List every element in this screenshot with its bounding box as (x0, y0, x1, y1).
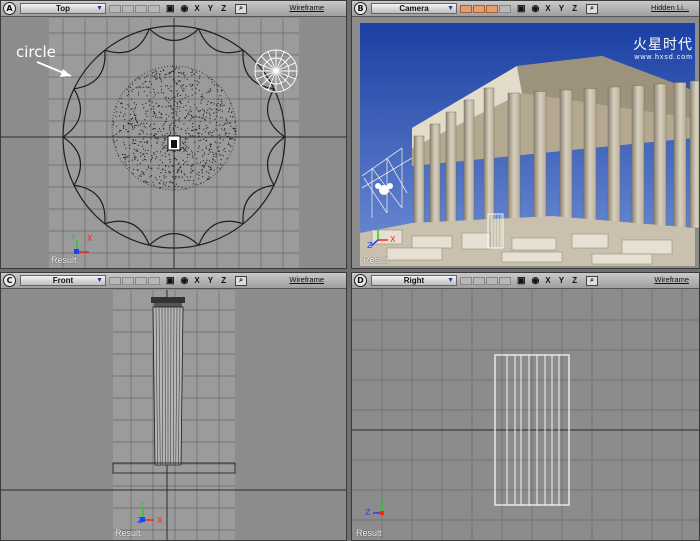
viewport-canvas[interactable]: X Y circle Result (1, 18, 346, 268)
slot-button[interactable] (135, 4, 147, 13)
axis-x-label: X (87, 234, 93, 243)
viewport-header: B Camera ▼ ▣ ◉ X Y Z ⌕ Hidden Li... (352, 1, 699, 17)
chevron-down-icon: ▼ (96, 277, 103, 284)
camera-icon[interactable]: ▣ (517, 275, 526, 286)
slot-button[interactable] (109, 276, 121, 285)
viewport-header: C Front ▼ ▣ ◉ X Y Z ⌕ Wireframe (1, 273, 346, 289)
axis-x-label: X (390, 235, 396, 244)
camera-icon[interactable]: ▣ (166, 275, 175, 286)
view-selector[interactable]: Top ▼ (20, 3, 106, 14)
result-label: Result (51, 255, 77, 265)
viewport-letter-badge: C (3, 274, 16, 287)
zoom-select-icon[interactable]: ⌕ (235, 3, 248, 14)
annotation-circle: circle (16, 43, 56, 61)
view-name-label: Camera (399, 4, 429, 13)
view-selector[interactable]: Camera ▼ (371, 3, 457, 14)
chevron-down-icon: ▼ (447, 277, 454, 284)
viewport-header: A Top ▼ ▣ ◉ X Y Z ⌕ Wireframe (1, 1, 346, 17)
view-slots (460, 276, 511, 285)
slot-button[interactable] (148, 4, 160, 13)
eye-icon[interactable]: ◉ (181, 275, 189, 286)
slot-button[interactable] (499, 4, 511, 13)
eye-icon[interactable]: ◉ (181, 3, 189, 14)
viewport-canvas[interactable]: Z X 火星时代 www.hxsd.com Result (352, 18, 699, 268)
slot-button[interactable] (109, 4, 121, 13)
chevron-down-icon: ▼ (96, 5, 103, 12)
result-label: Result (363, 255, 389, 265)
axis-z-label: Z (365, 508, 371, 517)
viewport-camera[interactable]: B Camera ▼ ▣ ◉ X Y Z ⌕ Hidden Li... Z X … (351, 0, 700, 269)
view-slots (109, 276, 160, 285)
slot-button[interactable] (486, 4, 498, 13)
eye-icon[interactable]: ◉ (532, 275, 540, 286)
axis-toggle-xyz[interactable]: X Y Z (194, 276, 229, 285)
logo-url: www.hxsd.com (634, 54, 693, 61)
viewport-letter-badge: D (354, 274, 367, 287)
viewport-canvas[interactable]: Y Z Result (352, 290, 699, 540)
watermark-logo: 火星时代 www.hxsd.com (633, 34, 693, 61)
zoom-select-icon[interactable]: ⌕ (586, 275, 599, 286)
slot-button[interactable] (135, 276, 147, 285)
axis-z-label: Z (367, 241, 373, 250)
view-slots (109, 4, 160, 13)
display-mode-menu[interactable]: Hidden Li... (651, 3, 689, 12)
four-viewport-layout: A Top ▼ ▣ ◉ X Y Z ⌕ Wireframe X Y circle… (0, 0, 700, 541)
display-mode-menu[interactable]: Wireframe (654, 275, 689, 284)
view-name-label: Right (403, 276, 425, 285)
viewport-header: D Right ▼ ▣ ◉ X Y Z ⌕ Wireframe (352, 273, 699, 289)
view-selector[interactable]: Right ▼ (371, 275, 457, 286)
viewport-letter-badge: B (354, 2, 367, 15)
camera-icon[interactable]: ▣ (517, 3, 526, 14)
axis-toggle-xyz[interactable]: X Y Z (545, 4, 580, 13)
viewport-canvas[interactable]: Y X Z Result (1, 290, 346, 540)
axis-y-label: Y (70, 233, 76, 242)
zoom-select-icon[interactable]: ⌕ (586, 3, 599, 14)
axis-toggle-xyz[interactable]: X Y Z (545, 276, 580, 285)
slot-button[interactable] (473, 4, 485, 13)
view-selector[interactable]: Front ▼ (20, 275, 106, 286)
slot-button[interactable] (122, 4, 134, 13)
axis-z-label: Z (137, 516, 143, 525)
logo-text: 火星时代 (633, 37, 693, 53)
view-name-label: Top (55, 4, 71, 13)
viewport-front[interactable]: C Front ▼ ▣ ◉ X Y Z ⌕ Wireframe Y X Z Re… (0, 272, 347, 541)
slot-button[interactable] (460, 4, 472, 13)
axis-toggle-xyz[interactable]: X Y Z (194, 4, 229, 13)
axis-y-label: Y (378, 493, 384, 502)
axis-x-label: X (157, 516, 163, 525)
eye-icon[interactable]: ◉ (532, 3, 540, 14)
viewport-right[interactable]: D Right ▼ ▣ ◉ X Y Z ⌕ Wireframe Y Z Resu… (351, 272, 700, 541)
slot-button[interactable] (473, 276, 485, 285)
zoom-select-icon[interactable]: ⌕ (235, 275, 248, 286)
slot-button[interactable] (499, 276, 511, 285)
view-name-label: Front (52, 276, 74, 285)
result-label: Result (115, 528, 141, 538)
viewport-letter-badge: A (3, 2, 16, 15)
display-mode-menu[interactable]: Wireframe (289, 275, 324, 284)
slot-button[interactable] (122, 276, 134, 285)
slot-button[interactable] (460, 276, 472, 285)
slot-button[interactable] (148, 276, 160, 285)
right-view-drawing: Y Z (352, 290, 699, 540)
camera-icon[interactable]: ▣ (166, 3, 175, 14)
slot-button[interactable] (486, 276, 498, 285)
front-view-drawing: Y X Z (1, 290, 346, 540)
chevron-down-icon: ▼ (447, 5, 454, 12)
viewport-top[interactable]: A Top ▼ ▣ ◉ X Y Z ⌕ Wireframe X Y circle… (0, 0, 347, 269)
view-slots (460, 4, 511, 13)
display-mode-menu[interactable]: Wireframe (289, 3, 324, 12)
axis-y-label: Y (139, 500, 145, 509)
result-label: Result (356, 528, 382, 538)
